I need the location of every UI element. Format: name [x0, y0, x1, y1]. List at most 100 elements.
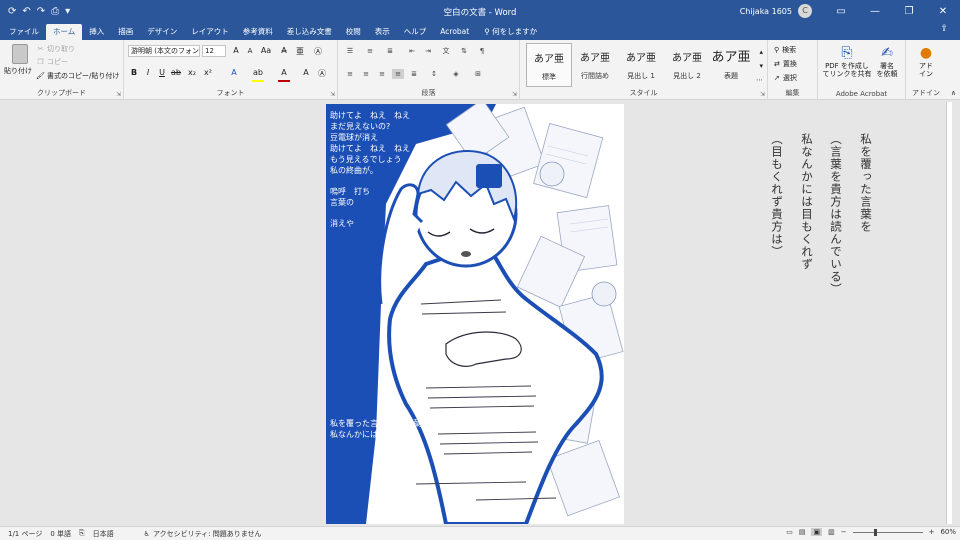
line-spacing-icon[interactable]: ↕: [428, 69, 440, 79]
find-button[interactable]: ⚲ 検索: [774, 45, 796, 55]
style-heading-1[interactable]: あア亜 見出し 1: [618, 43, 664, 87]
styles-more-icon[interactable]: ⋯: [756, 76, 763, 84]
style-heading-2[interactable]: あア亜 見出し 2: [664, 43, 710, 87]
tab-help[interactable]: ヘルプ: [397, 24, 434, 40]
page-count[interactable]: 1/1 ページ: [8, 529, 42, 539]
focus-mode-icon[interactable]: ▭: [786, 528, 793, 536]
word-count[interactable]: 0 単語: [50, 529, 71, 539]
superscript-icon[interactable]: x²: [202, 68, 214, 77]
format-painter-button[interactable]: 🖌 書式のコピー/貼り付け: [36, 71, 119, 81]
ribbon-display-icon[interactable]: ▭: [824, 0, 858, 22]
tab-layout[interactable]: レイアウト: [184, 24, 236, 40]
numbering-icon[interactable]: ≡: [364, 46, 376, 56]
redo-icon[interactable]: ↷: [37, 6, 45, 17]
dialog-launcher-icon[interactable]: ⇲: [512, 91, 517, 98]
style-normal[interactable]: あア亜 標準: [526, 43, 572, 87]
decrease-indent-icon[interactable]: ⇤: [406, 46, 418, 56]
tab-file[interactable]: ファイル: [2, 24, 46, 40]
shading-icon[interactable]: ◈: [450, 69, 462, 79]
addins-button[interactable]: ● アド イン: [910, 44, 942, 78]
zoom-slider[interactable]: [852, 528, 923, 536]
dialog-launcher-icon[interactable]: ⇲: [116, 91, 121, 98]
sort-icon[interactable]: ⇅: [458, 46, 470, 56]
dialog-launcher-icon[interactable]: ⇲: [330, 91, 335, 98]
clear-formatting-icon[interactable]: A̶: [278, 46, 290, 55]
shrink-font-icon[interactable]: A: [244, 47, 256, 55]
enclose-char-icon[interactable]: Ⓐ: [312, 46, 324, 57]
share-icon[interactable]: ⇪: [940, 24, 948, 34]
request-signature-button[interactable]: ✍ 署名 を依頼: [872, 44, 902, 78]
borders-icon[interactable]: ⊞: [472, 69, 484, 79]
phonetic-guide-icon[interactable]: 亜: [294, 46, 306, 57]
proofing-icon[interactable]: ⎘: [79, 529, 85, 538]
paste-icon[interactable]: [12, 44, 28, 64]
tab-view[interactable]: 表示: [368, 24, 397, 40]
print-preview-icon[interactable]: ⎙: [51, 6, 59, 17]
underline-icon[interactable]: U: [156, 68, 168, 77]
subscript-icon[interactable]: x₂: [186, 68, 198, 77]
cut-button[interactable]: ✂ 切り取り: [36, 44, 75, 54]
change-case-icon[interactable]: Aa: [260, 46, 272, 55]
align-center-icon[interactable]: ≡: [360, 69, 372, 79]
web-layout-icon[interactable]: ▥: [828, 528, 835, 536]
tab-references[interactable]: 参考資料: [236, 24, 280, 40]
increase-indent-icon[interactable]: ⇥: [422, 46, 434, 56]
style-no-spacing[interactable]: あア亜 行間詰め: [572, 43, 618, 87]
create-pdf-button[interactable]: ⎘ PDF を作成し てリンクを共有: [822, 44, 872, 78]
zoom-in-icon[interactable]: +: [929, 528, 935, 536]
tab-insert[interactable]: 挿入: [82, 24, 111, 40]
paste-button-label[interactable]: 貼り付け: [4, 66, 32, 76]
char-border-icon[interactable]: Ⓐ: [316, 68, 328, 79]
multilevel-list-icon[interactable]: ≣: [384, 46, 396, 56]
language-indicator[interactable]: 日本語: [93, 529, 114, 539]
document-page[interactable]: 助けてよ ねえ ねえ まだ見えないの? 豆電球が消え 助けてよ ねえ ねえ もう…: [326, 104, 624, 524]
align-left-icon[interactable]: ≡: [344, 69, 356, 79]
highlight-icon[interactable]: ab: [252, 68, 264, 77]
zoom-slider-thumb[interactable]: [873, 528, 877, 536]
accessibility-icon[interactable]: ♿: [144, 530, 150, 538]
tab-mailings[interactable]: 差し込み文書: [280, 24, 339, 40]
tab-draw[interactable]: 描画: [111, 24, 140, 40]
distributed-icon[interactable]: ≣: [408, 69, 420, 79]
tab-acrobat[interactable]: Acrobat: [433, 24, 476, 40]
tab-design[interactable]: デザイン: [140, 24, 184, 40]
text-effects-icon[interactable]: A: [228, 68, 240, 77]
justify-icon[interactable]: ≡: [392, 69, 404, 79]
styles-scroll-down-icon[interactable]: ▾: [759, 62, 763, 70]
tell-me-search[interactable]: ⚲ 何をしますか: [484, 24, 537, 40]
zoom-out-icon[interactable]: −: [841, 528, 847, 536]
minimize-icon[interactable]: —: [858, 0, 892, 22]
user-name[interactable]: Chijaka 1605: [740, 7, 792, 16]
grow-font-icon[interactable]: A: [230, 46, 242, 55]
tab-review[interactable]: 校閲: [339, 24, 368, 40]
italic-icon[interactable]: I: [142, 68, 154, 77]
font-size-select[interactable]: 12: [202, 45, 226, 57]
bullets-icon[interactable]: ☰: [344, 46, 356, 56]
avatar[interactable]: C: [798, 4, 812, 18]
bold-icon[interactable]: B: [128, 68, 140, 77]
strikethrough-icon[interactable]: ab: [170, 68, 182, 77]
replace-button[interactable]: ⇄ 置換: [774, 59, 797, 69]
tab-home[interactable]: ホーム: [46, 24, 83, 40]
select-button[interactable]: ➚ 選択: [774, 73, 797, 83]
collapse-ribbon-icon[interactable]: ∧: [951, 89, 956, 97]
dialog-launcher-icon[interactable]: ⇲: [760, 91, 765, 98]
read-mode-icon[interactable]: ▤: [799, 528, 806, 536]
styles-scroll-up-icon[interactable]: ▴: [759, 48, 763, 56]
style-title[interactable]: あア亜 表題: [708, 43, 754, 87]
show-marks-icon[interactable]: ¶: [476, 46, 488, 56]
align-right-icon[interactable]: ≡: [376, 69, 388, 79]
font-color-icon[interactable]: A: [278, 68, 290, 77]
close-icon[interactable]: ✕: [926, 0, 960, 22]
undo-icon[interactable]: ↶: [22, 6, 30, 17]
copy-button[interactable]: ❐ コピー: [36, 57, 68, 67]
autosave-icon[interactable]: ⟳: [8, 6, 16, 17]
restore-icon[interactable]: ❐: [892, 0, 926, 22]
customize-icon[interactable]: ▾: [65, 6, 70, 17]
print-layout-icon[interactable]: ▣: [811, 528, 823, 536]
vertical-ruler[interactable]: [946, 102, 952, 524]
accessibility-status[interactable]: アクセシビリティ: 問題ありません: [153, 529, 262, 539]
asian-layout-icon[interactable]: 文: [440, 46, 452, 56]
zoom-level[interactable]: 60%: [940, 528, 956, 536]
char-shading-icon[interactable]: A: [300, 68, 312, 77]
